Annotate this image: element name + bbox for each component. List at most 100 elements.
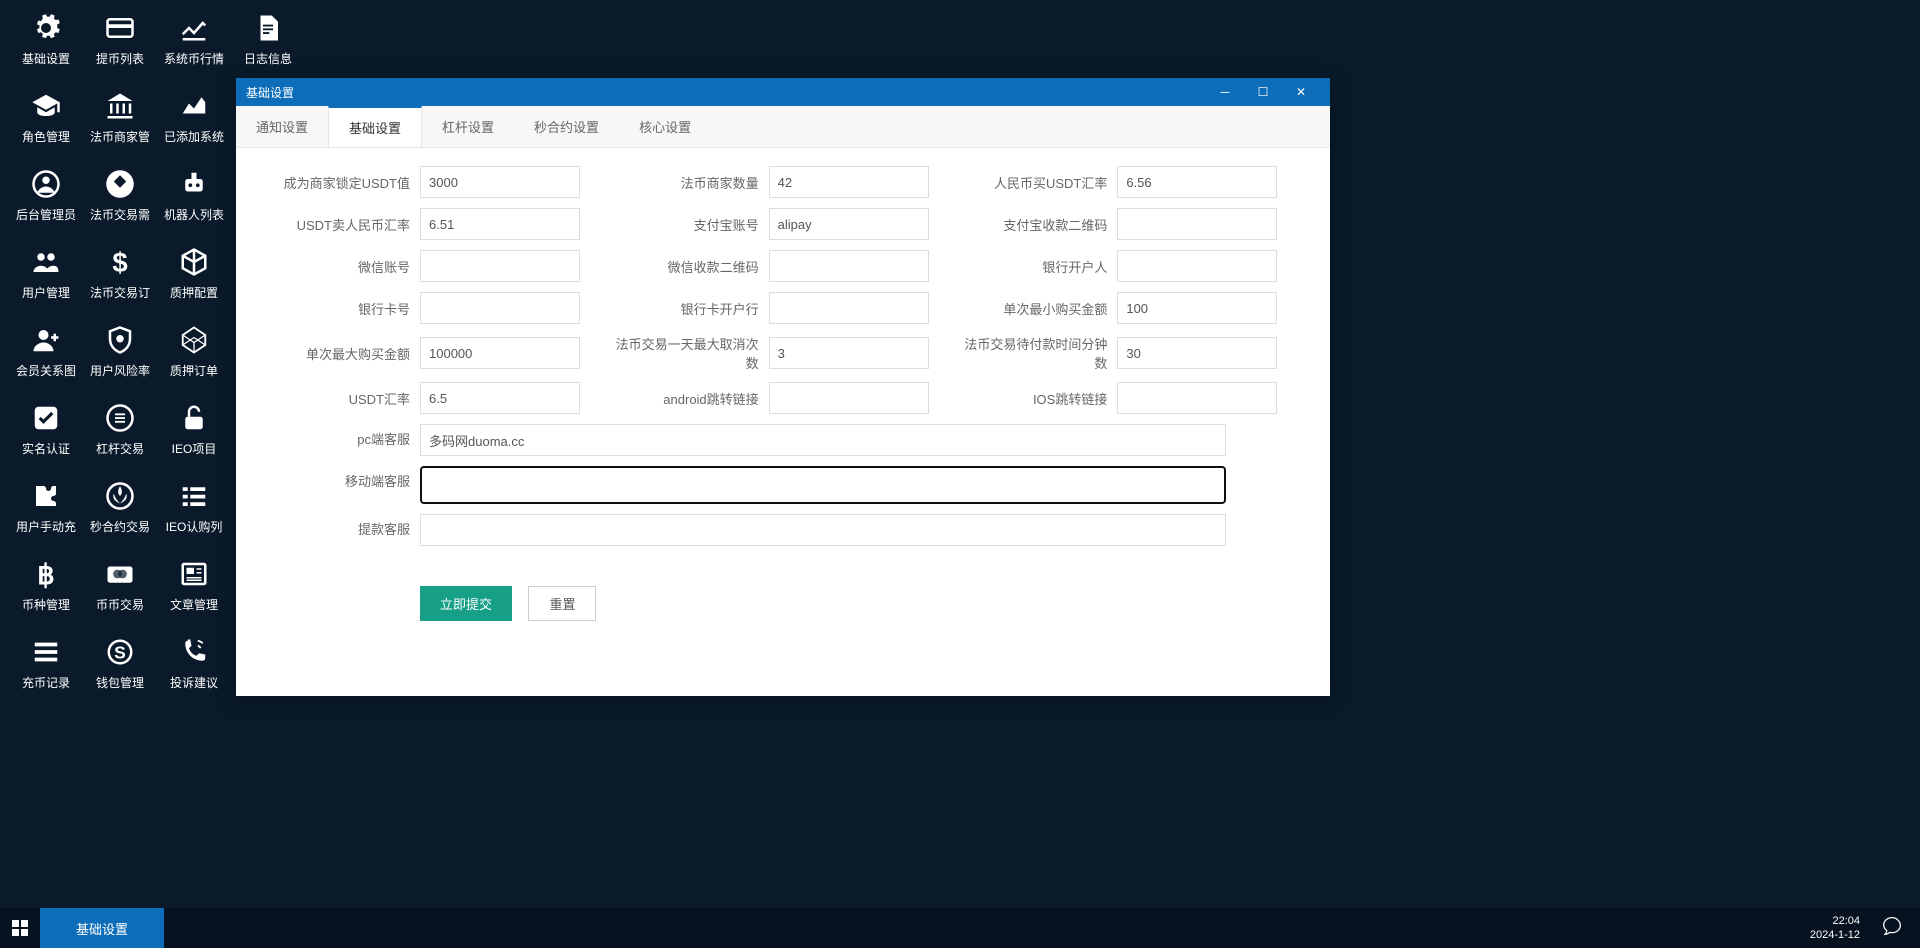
desktop-icon-dollar[interactable]: $法币交易订 (84, 244, 156, 301)
desktop-icon-label: 质押配置 (158, 284, 230, 301)
label-usdt-sell-rmb-rate: USDT卖人民币汇率 (260, 215, 420, 234)
desktop-icon-bank[interactable]: 法币商家管 (84, 88, 156, 145)
desktop-icon-card[interactable]: 提币列表 (84, 10, 156, 67)
input-wechat-qr[interactable] (769, 250, 929, 282)
label-pc-service: pc端客服 (260, 424, 420, 456)
desktop-icon-users[interactable]: 用户管理 (10, 244, 82, 301)
desktop-icon-robot[interactable]: 机器人列表 (158, 166, 230, 223)
titlebar[interactable]: 基础设置 ─ ☐ ✕ (236, 78, 1330, 106)
input-usdt-sell-rmb-rate[interactable] (420, 208, 580, 240)
desktop-icon-circ-bars[interactable]: 杠杆交易 (84, 400, 156, 457)
desktop-icon-label: 法币交易需 (84, 206, 156, 223)
input-bank-branch[interactable] (769, 292, 929, 324)
desktop-icon-label: IEO项目 (158, 440, 230, 457)
input-bank-holder[interactable] (1117, 250, 1277, 282)
desktop-icon-file[interactable]: 日志信息 (232, 10, 304, 67)
label-mobile-service: 移动端客服 (260, 466, 420, 504)
input-android-link[interactable] (769, 382, 929, 414)
desktop-icon-mc[interactable]: 币币交易 (84, 556, 156, 613)
desktop-icon-label: 杠杆交易 (84, 440, 156, 457)
label-bank-branch: 银行卡开户行 (609, 299, 769, 318)
desktop-icon-gear[interactable]: 基础设置 (10, 10, 82, 67)
input-wechat-account[interactable] (420, 250, 580, 282)
input-fiat-merchant-count[interactable] (769, 166, 929, 198)
tab-3[interactable]: 秒合约设置 (514, 106, 619, 147)
desktop-icon-diamond[interactable]: 法币交易需 (84, 166, 156, 223)
label-withdraw-service: 提款客服 (260, 514, 420, 546)
close-button[interactable]: ✕ (1282, 78, 1320, 106)
submit-button[interactable]: 立即提交 (420, 586, 512, 621)
input-usdt-rate[interactable] (420, 382, 580, 414)
desktop-icon-check[interactable]: 实名认证 (10, 400, 82, 457)
desktop-icon-label: 日志信息 (232, 50, 304, 67)
desktop-icon-grad[interactable]: 角色管理 (10, 88, 82, 145)
input-alipay-account[interactable] (769, 208, 929, 240)
puzzle-icon (10, 478, 82, 514)
desktop-icon-label: 投诉建议 (158, 674, 230, 691)
cube-icon (158, 244, 230, 280)
input-bank-card[interactable] (420, 292, 580, 324)
desktop-icon-skype[interactable]: S钱包管理 (84, 634, 156, 691)
reset-button[interactable]: 重置 (528, 586, 596, 621)
gear-icon (10, 10, 82, 46)
tab-4[interactable]: 核心设置 (619, 106, 711, 147)
shield-icon (84, 322, 156, 358)
skype-icon: S (84, 634, 156, 670)
svg-text:฿: ฿ (37, 559, 55, 589)
chat-icon[interactable] (1874, 916, 1910, 941)
desktop-icon-user-circle[interactable]: 后台管理员 (10, 166, 82, 223)
card-icon (84, 10, 156, 46)
label-rmb-buy-usdt-rate: 人民币买USDT汇率 (957, 173, 1117, 192)
input-max-buy[interactable] (420, 337, 580, 369)
desktop-icon-label: 法币商家管 (84, 128, 156, 145)
window-title: 基础设置 (246, 84, 294, 101)
input-merchant-lock-usdt[interactable] (420, 166, 580, 198)
poly-icon (158, 322, 230, 358)
input-mobile-service[interactable] (420, 466, 1226, 504)
taskbar-task-active[interactable]: 基础设置 (40, 908, 164, 948)
label-pay-wait-min: 法币交易待付款时间分钟数 (957, 334, 1117, 372)
desktop-icon-user-plus[interactable]: 会员关系图 (10, 322, 82, 379)
minimize-button[interactable]: ─ (1206, 78, 1244, 106)
label-usdt-rate: USDT汇率 (260, 389, 420, 408)
input-min-buy[interactable] (1117, 292, 1277, 324)
input-rmb-buy-usdt-rate[interactable] (1117, 166, 1277, 198)
desktop-icon-btc[interactable]: ฿币种管理 (10, 556, 82, 613)
desktop-icon-phone[interactable]: 投诉建议 (158, 634, 230, 691)
input-pay-wait-min[interactable] (1117, 337, 1277, 369)
start-button[interactable] (0, 908, 40, 948)
input-pc-service[interactable] (420, 424, 1226, 456)
label-min-buy: 单次最小购买金额 (957, 299, 1117, 318)
input-withdraw-service[interactable] (420, 514, 1226, 546)
desktop-icon-poly[interactable]: 质押订单 (158, 322, 230, 379)
desktop-icon-puzzle[interactable]: 用户手动充 (10, 478, 82, 535)
tab-0[interactable]: 通知设置 (236, 106, 328, 147)
tab-2[interactable]: 杠杆设置 (422, 106, 514, 147)
input-max-cancel[interactable] (769, 337, 929, 369)
desktop-icon-area[interactable]: 已添加系统 (158, 88, 230, 145)
desktop-icon-unlock[interactable]: IEO项目 (158, 400, 230, 457)
btc-icon: ฿ (10, 556, 82, 592)
desktop-icon-shield[interactable]: 用户风险率 (84, 322, 156, 379)
desktop-icon-label: 已添加系统 (158, 128, 230, 145)
desktop-icon-news[interactable]: 文章管理 (158, 556, 230, 613)
desktop-icon-list[interactable]: IEO认购列 (158, 478, 230, 535)
label-wechat-qr: 微信收款二维码 (609, 257, 769, 276)
chart-up-icon (158, 10, 230, 46)
news-icon (158, 556, 230, 592)
desktop-icon-chart-up[interactable]: 系统币行情 (158, 10, 230, 67)
desktop-icon-cube[interactable]: 质押配置 (158, 244, 230, 301)
desktop-icon-bars[interactable]: 充币记录 (10, 634, 82, 691)
tab-1[interactable]: 基础设置 (328, 106, 422, 147)
input-alipay-qr[interactable] (1117, 208, 1277, 240)
unlock-icon (158, 400, 230, 436)
clock[interactable]: 22:04 2024-1-12 (1810, 914, 1860, 942)
desktop-icon-label: 会员关系图 (10, 362, 82, 379)
input-ios-link[interactable] (1117, 382, 1277, 414)
desktop-icon-label: 基础设置 (10, 50, 82, 67)
svg-text:S: S (114, 642, 126, 662)
grad-icon (10, 88, 82, 124)
maximize-button[interactable]: ☐ (1244, 78, 1282, 106)
list-icon (158, 478, 230, 514)
desktop-icon-rebel[interactable]: 秒合约交易 (84, 478, 156, 535)
